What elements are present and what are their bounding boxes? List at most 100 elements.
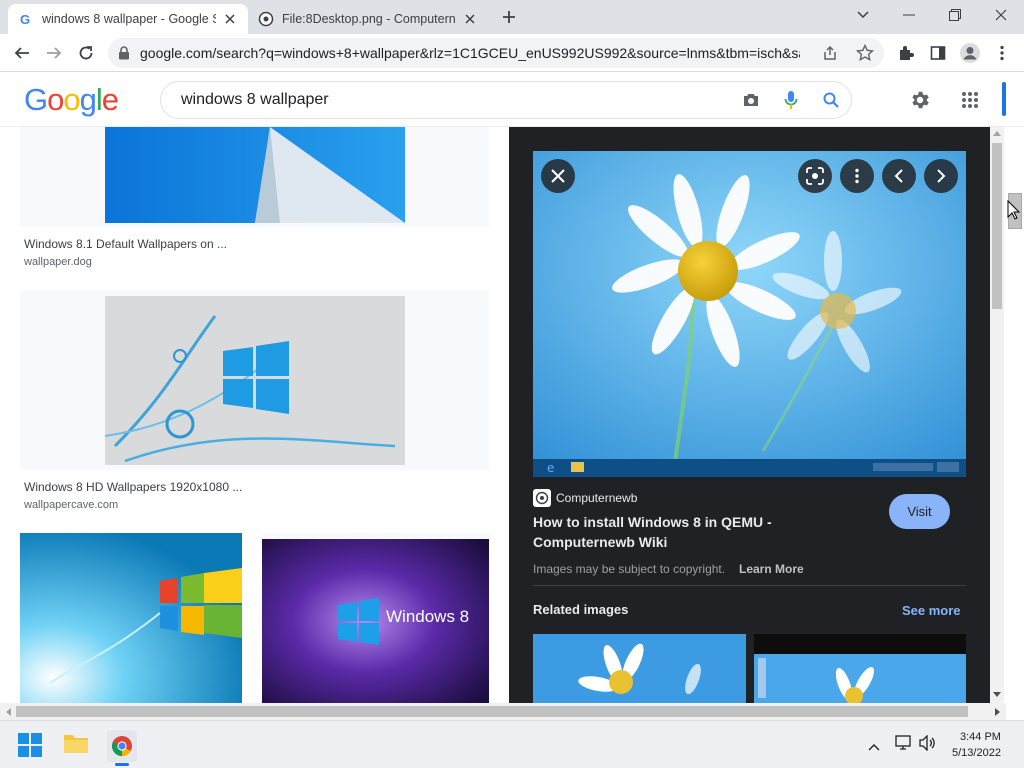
share-icon[interactable]: [822, 45, 838, 66]
close-window-button[interactable]: [978, 0, 1024, 30]
previous-image-button[interactable]: [882, 159, 916, 193]
result-caption[interactable]: Windows 8.1 Default Wallpapers on ...: [24, 237, 227, 251]
chevron-up-icon: [868, 744, 880, 751]
clock-time[interactable]: 3:44 PM: [960, 731, 1001, 743]
search-box[interactable]: windows 8 wallpaper: [160, 81, 852, 119]
vertical-scrollbar[interactable]: [990, 127, 1004, 703]
volume-icon[interactable]: [919, 734, 937, 756]
google-apps-button[interactable]: [956, 86, 984, 114]
restore-button[interactable]: [932, 0, 978, 30]
minimize-button[interactable]: [886, 0, 932, 30]
scroll-right-arrow-icon: [995, 708, 1000, 716]
result-source[interactable]: wallpaper.dog: [24, 256, 92, 268]
google-favicon-icon: G: [18, 11, 34, 27]
kebab-menu-icon: [1000, 45, 1004, 61]
arrow-right-icon: [47, 47, 62, 59]
clock-date[interactable]: 5/13/2022: [952, 747, 1001, 759]
next-image-button[interactable]: [924, 159, 958, 193]
side-panel-icon: [930, 46, 946, 60]
horizontal-scrollbar[interactable]: [0, 703, 1006, 720]
preview-title-line1[interactable]: How to install Windows 8 in QEMU -: [533, 514, 772, 530]
learn-more-link[interactable]: Learn More: [739, 562, 804, 576]
image-preview-panel: e Computernewb How to install Windows 8 …: [509, 127, 990, 703]
google-logo[interactable]: Google: [24, 82, 119, 118]
file-explorer-button[interactable]: [63, 732, 91, 760]
extensions-button[interactable]: [892, 39, 920, 67]
image-results: Windows 8.1 Default Wallpapers on ... wa…: [0, 127, 509, 703]
restore-icon: [949, 9, 961, 21]
profile-avatar-icon: [960, 43, 980, 63]
lock-icon: [119, 46, 129, 60]
forward-button[interactable]: [40, 39, 68, 67]
preview-title-line2[interactable]: Computernewb Wiki: [533, 534, 667, 550]
new-tab-button[interactable]: [496, 6, 522, 28]
browser-toolbar: google.com/search?q=windows+8+wallpaper&…: [0, 34, 1024, 72]
chevron-right-icon: [937, 169, 946, 183]
arrow-left-icon: [14, 47, 29, 59]
close-tab-icon[interactable]: [222, 11, 238, 27]
windows-taskbar: 3:44 PM 5/13/2022: [0, 720, 1024, 768]
show-hidden-icons-button[interactable]: [868, 738, 880, 756]
profile-button[interactable]: [956, 39, 984, 67]
chrome-menu-button[interactable]: [988, 39, 1016, 67]
close-preview-button[interactable]: [541, 159, 575, 193]
google-header: Google windows 8 wallpaper: [0, 72, 1024, 127]
related-image-2[interactable]: [754, 634, 966, 703]
wiki-favicon-icon: [258, 11, 274, 27]
camera-search-icon[interactable]: [731, 82, 771, 118]
vertical-scroll-thumb[interactable]: [992, 143, 1002, 309]
reload-button[interactable]: [72, 39, 100, 67]
start-button[interactable]: [18, 733, 44, 759]
result-thumbnail[interactable]: [20, 290, 489, 470]
tab-8desktop[interactable]: File:8Desktop.png - Computernewb Wiki: [248, 4, 488, 34]
minimize-icon: [903, 14, 915, 16]
windows-logo-icon: [18, 733, 42, 757]
microphone-icon[interactable]: [771, 82, 811, 118]
chrome-taskbar-button[interactable]: [107, 730, 137, 762]
active-app-indicator: [115, 763, 129, 766]
divider: [533, 585, 966, 586]
scroll-left-arrow-icon: [6, 708, 11, 716]
search-icon[interactable]: [811, 82, 851, 118]
see-more-link[interactable]: See more: [902, 603, 961, 618]
related-image-1[interactable]: [533, 634, 746, 703]
copyright-notice: Images may be subject to copyright.: [533, 562, 726, 576]
horizontal-scroll-thumb[interactable]: [16, 706, 968, 717]
site-favicon-icon: [533, 489, 551, 507]
windows8-hd-wallpaper-image: [105, 296, 405, 465]
svg-text:e: e: [547, 461, 554, 475]
scroll-down-arrow-icon: [993, 692, 1001, 697]
windows8-colorful-wallpaper-image: [20, 533, 242, 703]
svg-text:G: G: [20, 12, 30, 26]
address-bar[interactable]: google.com/search?q=windows+8+wallpaper&…: [108, 38, 884, 68]
url-text: google.com/search?q=windows+8+wallpaper&…: [140, 45, 800, 61]
result-thumbnail[interactable]: Windows 8: [262, 533, 489, 703]
network-icon[interactable]: [895, 735, 913, 756]
back-button[interactable]: [8, 39, 36, 67]
account-edge-indicator: [1002, 82, 1006, 116]
mouse-cursor-icon: [1007, 200, 1021, 220]
search-input[interactable]: windows 8 wallpaper: [181, 91, 731, 109]
preview-image[interactable]: e: [533, 151, 966, 477]
tab-search-button[interactable]: [840, 0, 886, 30]
site-name[interactable]: Computernewb: [556, 491, 637, 505]
close-icon: [551, 169, 565, 183]
related-images-heading: Related images: [533, 602, 629, 617]
apps-grid-icon: [962, 92, 978, 108]
tab-title: windows 8 wallpaper - Google Search: [42, 12, 216, 26]
visit-button[interactable]: Visit: [889, 494, 950, 529]
tab-google-search[interactable]: G windows 8 wallpaper - Google Search: [8, 4, 248, 34]
wallpaper-overlay-text: Windows 8: [386, 607, 470, 626]
preview-more-button[interactable]: [840, 159, 874, 193]
side-panel-button[interactable]: [924, 39, 952, 67]
google-lens-button[interactable]: [798, 159, 832, 193]
settings-button[interactable]: [906, 86, 934, 114]
result-thumbnail[interactable]: [20, 127, 489, 227]
kebab-menu-icon: [855, 168, 859, 184]
result-caption[interactable]: Windows 8 HD Wallpapers 1920x1080 ...: [24, 480, 242, 494]
close-tab-icon[interactable]: [462, 11, 478, 27]
result-source[interactable]: wallpapercave.com: [24, 499, 118, 511]
result-thumbnail[interactable]: [20, 533, 242, 703]
bookmark-star-icon[interactable]: [855, 43, 875, 67]
gear-icon: [912, 91, 929, 109]
